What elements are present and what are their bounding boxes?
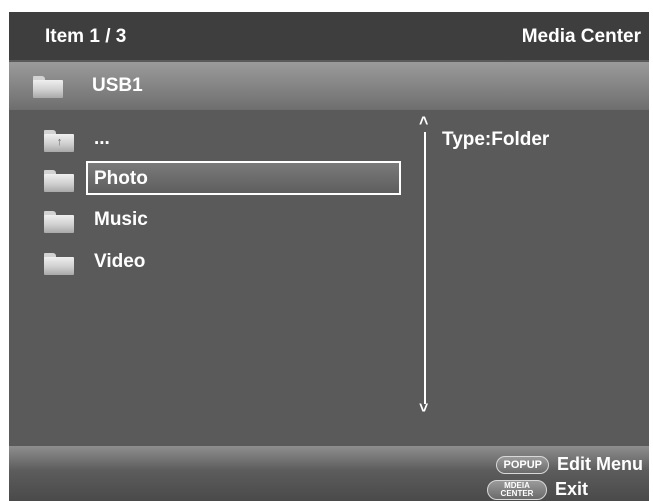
hint-popup: POPUP Edit Menu [496,454,643,475]
media-center-button-line2: CENTER [500,488,534,498]
list-item-label: ... [94,128,110,149]
scroll-up-icon[interactable]: ˄ [419,114,428,130]
list-item-photo[interactable]: Photo [9,160,429,198]
current-path-label: USB1 [92,75,143,96]
folder-icon [44,211,74,233]
app-title: Media Center [521,26,641,47]
list-item-label: Video [94,251,146,272]
file-list: ↑ ... Photo Music Video [9,110,429,440]
media-center-button-icon[interactable]: MDEIA CENTER [487,479,547,500]
list-item-music[interactable]: Music [9,201,429,239]
item-type-info: Type:Folder [442,129,550,150]
folder-up-icon: ↑ [44,130,74,152]
hint-label-edit-menu: Edit Menu [557,454,643,474]
list-item-label: Photo [94,168,148,189]
scrollbar[interactable]: ˄ ˅ [417,114,433,420]
header-bar: Item 1 / 3 Media Center [9,12,649,60]
media-center-screen: Item 1 / 3 Media Center USB1 ↑ ... Photo [9,12,649,501]
current-path-bar: USB1 [9,62,649,110]
item-counter: Item 1 / 3 [45,26,127,47]
folder-icon [44,253,74,275]
list-item-parent-folder[interactable]: ↑ ... [9,120,429,158]
folder-icon [44,170,74,192]
hint-media-center: MDEIA CENTER Exit [487,479,588,500]
scroll-track [424,132,426,404]
folder-icon [33,76,63,98]
list-item-video[interactable]: Video [9,243,429,281]
footer-bar: POPUP Edit Menu MDEIA CENTER Exit [9,446,649,501]
scroll-down-icon[interactable]: ˅ [419,401,428,417]
hint-label-exit: Exit [555,479,589,499]
list-item-label: Music [94,209,148,230]
popup-button-icon[interactable]: POPUP [496,455,549,474]
